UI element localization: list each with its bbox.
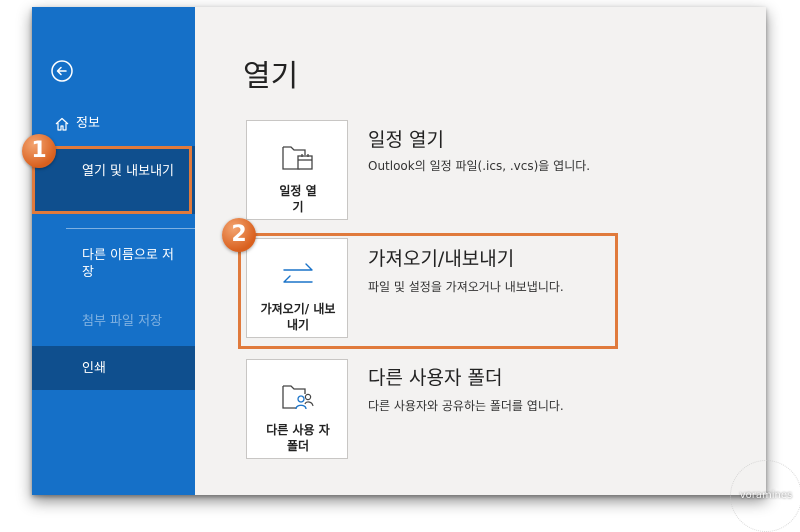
open-calendar-tile-label: 일정 열기 xyxy=(279,184,317,214)
watermark: voramines xyxy=(730,460,800,532)
home-icon xyxy=(55,117,69,131)
nav-print[interactable] xyxy=(32,346,195,390)
other-user-folder-description: 다른 사용자와 공유하는 폴더를 엽니다. xyxy=(368,399,564,413)
open-calendar-title: 일정 열기 xyxy=(368,129,444,151)
nav-save-attachments: 첨부 파일 저장 xyxy=(82,313,192,330)
nav-print-text[interactable]: 인쇄 xyxy=(82,360,106,377)
sidebar-divider xyxy=(66,228,195,229)
highlight-box-import-export xyxy=(238,233,618,349)
open-calendar-description: Outlook의 일정 파일(.ics, .vcs)을 엽니다. xyxy=(368,159,591,173)
highlight-box-open-export xyxy=(32,146,192,214)
nav-save-as[interactable]: 다른 이름으로 저장 xyxy=(82,247,182,281)
folder-calendar-icon xyxy=(282,146,313,170)
other-user-folder-title: 다른 사용자 폴더 xyxy=(368,367,503,389)
folder-users-icon xyxy=(282,385,314,410)
step-badge-1: 1 xyxy=(22,134,56,168)
nav-info-label: 정보 xyxy=(76,116,100,131)
open-calendar-tile[interactable]: 일정 열기 xyxy=(246,120,348,220)
other-user-folder-tile[interactable]: 다른 사용 자 폴더 xyxy=(246,359,348,459)
nav-save-attachments-label: 첨부 파일 저장 xyxy=(82,314,163,329)
step-badge-2: 2 xyxy=(222,218,256,252)
nav-info[interactable]: 정보 xyxy=(54,115,100,132)
page-title: 열기 xyxy=(243,59,299,94)
backstage-sidebar: 정보 열기 및 내보내기 다른 이름으로 저장 첨부 파일 저장 인쇄 xyxy=(32,7,195,495)
back-arrow-icon xyxy=(51,60,73,82)
other-user-folder-tile-label: 다른 사용 자 폴더 xyxy=(266,423,330,453)
nav-print-label: 인쇄 xyxy=(82,361,106,376)
nav-save-as-label: 다른 이름으로 저장 xyxy=(82,248,174,280)
back-button[interactable] xyxy=(50,59,74,83)
